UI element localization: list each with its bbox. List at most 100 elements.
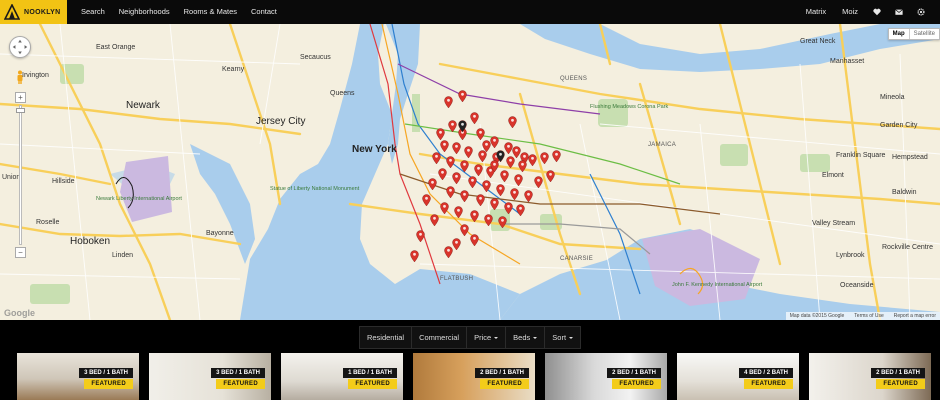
- listing-pin-icon[interactable]: [484, 214, 493, 226]
- listing-pin-icon[interactable]: [444, 96, 453, 108]
- listing-pin-icon[interactable]: [528, 154, 537, 166]
- listing-pin-icon[interactable]: [452, 238, 461, 250]
- listing-pin-icon[interactable]: [496, 184, 505, 196]
- listing-card[interactable]: 1 BED / 1 BATH FEATURED: [281, 353, 403, 400]
- listing-pin-icon[interactable]: [490, 136, 499, 148]
- listing-pin-icon[interactable]: [516, 204, 525, 216]
- nav-user-moiz[interactable]: Moiz: [834, 0, 866, 24]
- listing-pin-icon[interactable]: [422, 194, 431, 206]
- zoom-slider-thumb[interactable]: [16, 108, 25, 113]
- listing-pin-icon[interactable]: [440, 202, 449, 214]
- map-label-baldwin: Baldwin: [892, 189, 917, 196]
- listing-pin-icon[interactable]: [506, 156, 515, 168]
- listings-map[interactable]: New York Newark Jersey City QUEENS Queen…: [0, 24, 940, 320]
- pan-control[interactable]: [9, 36, 31, 58]
- listing-pin-icon[interactable]: [446, 186, 455, 198]
- listing-pin-icon[interactable]: [448, 120, 457, 132]
- filter-price-dropdown[interactable]: Price: [467, 326, 507, 348]
- report-map-error-link[interactable]: Report a map error: [894, 313, 936, 319]
- heart-icon[interactable]: [873, 8, 881, 16]
- listing-pin-icon[interactable]: [510, 188, 519, 200]
- listing-pin-icon[interactable]: [446, 156, 455, 168]
- listing-pin-icon[interactable]: [518, 160, 527, 172]
- listing-pin-icon[interactable]: [514, 174, 523, 186]
- nav-search[interactable]: Search: [74, 0, 112, 24]
- listing-pin-icon[interactable]: [508, 116, 517, 128]
- listing-pin-icon[interactable]: [474, 164, 483, 176]
- listing-pin-icon[interactable]: [460, 160, 469, 172]
- listing-card[interactable]: 3 BED / 1 BATH FEATURED: [17, 353, 139, 400]
- mail-icon[interactable]: [895, 8, 903, 16]
- listing-pin-icon[interactable]: [482, 180, 491, 192]
- listing-pin-icon[interactable]: [436, 128, 445, 140]
- listing-pin-icon[interactable]: [500, 170, 509, 182]
- listing-pin-icon[interactable]: [534, 176, 543, 188]
- filter-residential-button[interactable]: Residential: [359, 326, 413, 348]
- selected-listing-pin-icon[interactable]: [458, 120, 467, 132]
- listing-pin-icon[interactable]: [468, 176, 477, 188]
- filter-sort-dropdown[interactable]: Sort: [545, 326, 581, 348]
- listing-pin-icon[interactable]: [444, 246, 453, 258]
- listing-pin-icon[interactable]: [470, 112, 479, 124]
- listing-pin-icon[interactable]: [438, 168, 447, 180]
- listing-pin-icon[interactable]: [476, 128, 485, 140]
- listing-beds-badge: 2 BED / 1 BATH: [607, 368, 661, 378]
- listing-pin-icon[interactable]: [546, 170, 555, 182]
- featured-badge: FEATURED: [348, 379, 397, 389]
- listing-pin-icon[interactable]: [470, 210, 479, 222]
- listing-pin-icon[interactable]: [490, 198, 499, 210]
- listing-pin-icon[interactable]: [410, 250, 419, 262]
- map-label-jfk-airport: John F. Kennedy International Airport: [672, 282, 763, 288]
- chevron-down-icon: [533, 336, 538, 339]
- listing-card[interactable]: 2 BED / 1 BATH FEATURED: [545, 353, 667, 400]
- listing-pin-icon[interactable]: [452, 142, 461, 154]
- filter-commercial-button[interactable]: Commercial: [412, 326, 468, 348]
- listing-pin-icon[interactable]: [460, 224, 469, 236]
- listing-pin-icon[interactable]: [458, 90, 467, 102]
- settings-icon[interactable]: [917, 8, 925, 16]
- selected-listing-pin-icon[interactable]: [496, 150, 505, 162]
- listing-pin-icon[interactable]: [476, 194, 485, 206]
- listing-pin-icon[interactable]: [482, 140, 491, 152]
- listing-pin-icon[interactable]: [524, 190, 533, 202]
- brand-logo[interactable]: NOOKLYN: [0, 0, 67, 24]
- featured-badge: FEATURED: [612, 379, 661, 389]
- listing-pin-icon[interactable]: [416, 230, 425, 242]
- listing-card[interactable]: 4 BED / 2 BATH FEATURED: [677, 353, 799, 400]
- listing-pin-icon[interactable]: [470, 234, 479, 246]
- zoom-in-button[interactable]: +: [15, 92, 26, 103]
- map-type-satellite[interactable]: Satellite: [908, 29, 939, 39]
- map-type-toggle: Map Satellite: [887, 28, 940, 40]
- zoom-out-button[interactable]: −: [15, 247, 26, 258]
- listing-pin-icon[interactable]: [432, 152, 441, 164]
- filter-bar: Residential Commercial Price Beds Sort: [0, 320, 940, 354]
- listing-card[interactable]: 2 BED / 1 BATH FEATURED: [413, 353, 535, 400]
- terms-of-use-link[interactable]: Terms of Use: [854, 313, 883, 319]
- nav-neighborhoods[interactable]: Neighborhoods: [112, 0, 177, 24]
- listing-beds-badge: 2 BED / 1 BATH: [871, 368, 925, 378]
- listing-pin-icon[interactable]: [504, 202, 513, 214]
- nav-rooms-mates[interactable]: Rooms & Mates: [177, 0, 244, 24]
- map-label-bayonne: Bayonne: [206, 230, 234, 237]
- listing-pin-icon[interactable]: [430, 214, 439, 226]
- listing-pin-icon[interactable]: [498, 216, 507, 228]
- nav-contact[interactable]: Contact: [244, 0, 284, 24]
- map-type-map[interactable]: Map: [889, 29, 909, 39]
- listing-card[interactable]: 3 BED / 1 BATH FEATURED: [149, 353, 271, 400]
- nav-matrix[interactable]: Matrix: [798, 0, 834, 24]
- street-view-pegman-icon[interactable]: [16, 70, 24, 84]
- listing-beds-badge: 1 BED / 1 BATH: [343, 368, 397, 378]
- zoom-slider[interactable]: [19, 105, 22, 245]
- listing-pin-icon[interactable]: [428, 178, 437, 190]
- listing-pin-icon[interactable]: [440, 140, 449, 152]
- map-label-jersey-city: Jersey City: [256, 116, 306, 127]
- listing-pin-icon[interactable]: [464, 146, 473, 158]
- filter-beds-dropdown[interactable]: Beds: [506, 326, 546, 348]
- listing-card[interactable]: 2 BED / 1 BATH FEATURED: [809, 353, 931, 400]
- listing-pin-icon[interactable]: [540, 152, 549, 164]
- listing-pin-icon[interactable]: [454, 206, 463, 218]
- listing-pin-icon[interactable]: [460, 190, 469, 202]
- map-label-oceanside: Oceanside: [840, 282, 874, 289]
- listing-pin-icon[interactable]: [452, 172, 461, 184]
- listing-pin-icon[interactable]: [552, 150, 561, 162]
